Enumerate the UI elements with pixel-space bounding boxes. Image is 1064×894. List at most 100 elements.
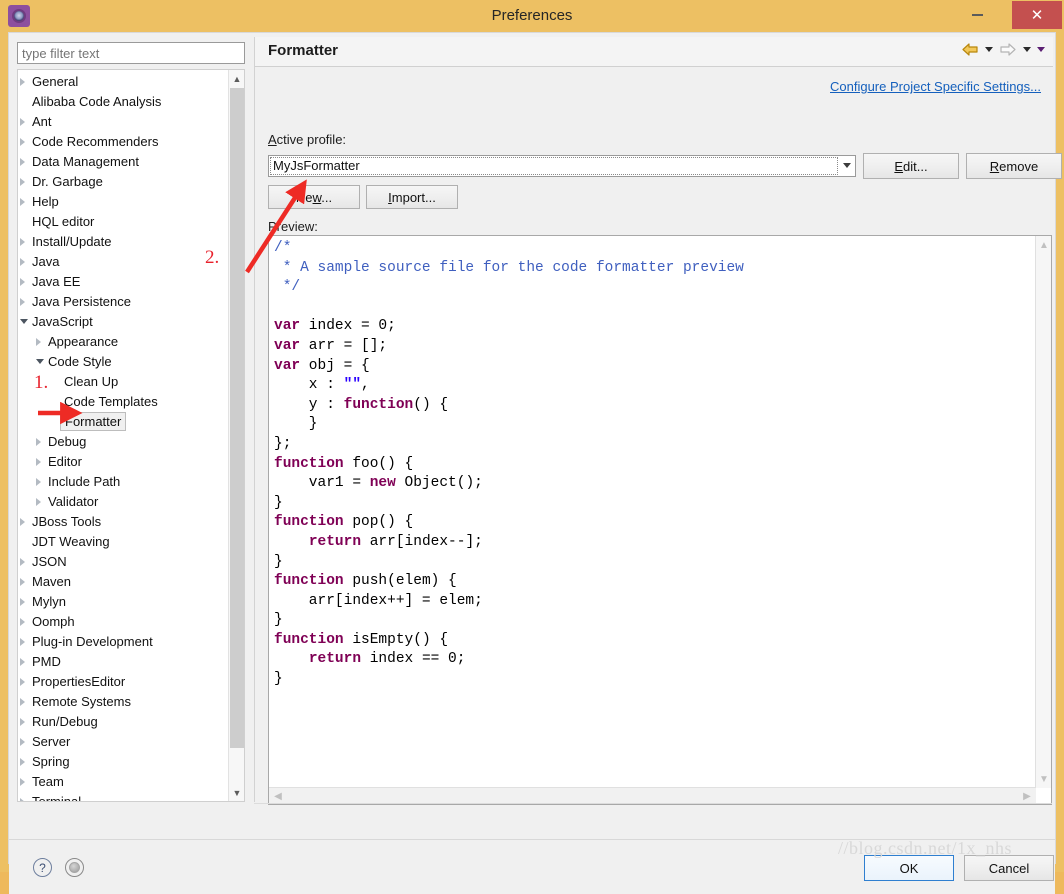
preview-horizontal-scrollbar[interactable]: ◀ ▶ [269,787,1036,804]
sidebar-item-team[interactable]: Team [18,772,229,792]
sidebar-item-clean-up[interactable]: Clean Up [18,372,229,392]
sidebar-item-run-debug[interactable]: Run/Debug [18,712,229,732]
sidebar-item-ant[interactable]: Ant [18,112,229,132]
tree-vertical-scrollbar[interactable]: ▲ ▼ [228,70,244,801]
sidebar-item-debug[interactable]: Debug [18,432,229,452]
preview-scroll-left-icon[interactable]: ◀ [271,789,285,804]
sidebar-item-code-recommenders[interactable]: Code Recommenders [18,132,229,152]
sidebar-item-oomph[interactable]: Oomph [18,612,229,632]
chevron-right-icon[interactable] [36,438,41,446]
forward-dropdown-caret-icon[interactable] [1023,47,1031,52]
preview-scroll-right-icon[interactable]: ▶ [1020,789,1034,804]
preview-vertical-scrollbar[interactable]: ▲ ▼ [1035,236,1051,788]
sidebar-item-jdt-weaving[interactable]: JDT Weaving [18,532,229,552]
import-profile-button[interactable]: Import... [366,185,458,209]
sidebar-item-code-style[interactable]: Code Style [18,352,229,372]
back-arrow-icon[interactable] [961,42,979,57]
code-preview-box[interactable]: /* * A sample source file for the code f… [268,235,1052,805]
chevron-right-icon[interactable] [20,598,25,606]
pin-circle-icon[interactable] [65,858,84,877]
chevron-right-icon[interactable] [20,178,25,186]
sidebar-item-dr-garbage[interactable]: Dr. Garbage [18,172,229,192]
chevron-right-icon[interactable] [20,578,25,586]
sidebar-item-pmd[interactable]: PMD [18,652,229,672]
chevron-right-icon[interactable] [20,198,25,206]
tree-scroll-thumb[interactable] [230,88,244,748]
scroll-up-icon[interactable]: ▲ [229,70,245,87]
back-dropdown-caret-icon[interactable] [985,47,993,52]
chevron-right-icon[interactable] [20,718,25,726]
sidebar-item-maven[interactable]: Maven [18,572,229,592]
chevron-right-icon[interactable] [20,518,25,526]
sidebar-item-remote-systems[interactable]: Remote Systems [18,692,229,712]
preview-scroll-up-icon[interactable]: ▲ [1036,238,1052,252]
sidebar-item-label: JBoss Tools [32,512,101,532]
sidebar-item-mylyn[interactable]: Mylyn [18,592,229,612]
sidebar-item-data-management[interactable]: Data Management [18,152,229,172]
sidebar-item-general[interactable]: General [18,72,229,92]
chevron-right-icon[interactable] [20,698,25,706]
chevron-right-icon[interactable] [20,138,25,146]
chevron-down-icon[interactable] [20,319,28,324]
sidebar-item-formatter[interactable]: Formatter [18,412,229,432]
sidebar-item-editor[interactable]: Editor [18,452,229,472]
view-menu-caret-icon[interactable] [1037,47,1045,52]
preview-scroll-down-icon[interactable]: ▼ [1036,772,1052,786]
sidebar-item-jboss-tools[interactable]: JBoss Tools [18,512,229,532]
chevron-right-icon[interactable] [20,638,25,646]
chevron-right-icon[interactable] [36,458,41,466]
edit-profile-button[interactable]: Edit... [863,153,959,179]
chevron-right-icon[interactable] [36,498,41,506]
new-profile-button[interactable]: New... [268,185,360,209]
sidebar-item-spring[interactable]: Spring [18,752,229,772]
chevron-down-icon[interactable] [36,359,44,364]
chevron-right-icon[interactable] [20,298,25,306]
chevron-right-icon[interactable] [20,618,25,626]
chevron-right-icon[interactable] [20,738,25,746]
sidebar-item-terminal[interactable]: Terminal [18,792,229,802]
chevron-right-icon[interactable] [36,478,41,486]
chevron-right-icon[interactable] [36,338,41,346]
sidebar-item-install-update[interactable]: Install/Update [18,232,229,252]
sidebar-item-plug-in-development[interactable]: Plug-in Development [18,632,229,652]
sidebar-item-validator[interactable]: Validator [18,492,229,512]
sidebar-item-hql-editor[interactable]: HQL editor [18,212,229,232]
chevron-right-icon[interactable] [20,678,25,686]
chevron-right-icon[interactable] [20,558,25,566]
chevron-right-icon[interactable] [20,658,25,666]
preferences-tree[interactable]: GeneralAlibaba Code AnalysisAntCode Reco… [17,69,245,802]
sidebar-item-java[interactable]: Java [18,252,229,272]
active-profile-combobox[interactable]: MyJsFormatter [268,155,856,177]
remove-profile-button[interactable]: Remove [966,153,1062,179]
sidebar-item-alibaba-code-analysis[interactable]: Alibaba Code Analysis [18,92,229,112]
chevron-right-icon[interactable] [20,798,25,802]
filter-input[interactable] [17,42,245,64]
sidebar-item-help[interactable]: Help [18,192,229,212]
forward-arrow-icon[interactable] [999,42,1017,57]
sidebar-item-java-ee[interactable]: Java EE [18,272,229,292]
scroll-down-icon[interactable]: ▼ [229,784,245,801]
sidebar-item-label: Ant [32,112,52,132]
sidebar-item-label: Oomph [32,612,75,632]
chevron-right-icon[interactable] [20,78,25,86]
chevron-down-icon[interactable] [843,163,851,168]
chevron-right-icon[interactable] [20,158,25,166]
chevron-right-icon[interactable] [20,758,25,766]
sidebar-item-java-persistence[interactable]: Java Persistence [18,292,229,312]
sidebar-item-code-templates[interactable]: Code Templates [18,392,229,412]
sidebar-item-propertieseditor[interactable]: PropertiesEditor [18,672,229,692]
minimize-button[interactable] [954,0,1000,30]
chevron-right-icon[interactable] [20,118,25,126]
sidebar-item-appearance[interactable]: Appearance [18,332,229,352]
sidebar-item-javascript[interactable]: JavaScript [18,312,229,332]
help-question-icon[interactable]: ? [33,858,52,877]
chevron-right-icon[interactable] [20,238,25,246]
configure-project-specific-settings-link[interactable]: Configure Project Specific Settings... [830,79,1041,94]
sidebar-item-server[interactable]: Server [18,732,229,752]
chevron-right-icon[interactable] [20,778,25,786]
chevron-right-icon[interactable] [20,258,25,266]
close-button[interactable]: ✕ [1012,1,1062,29]
sidebar-item-json[interactable]: JSON [18,552,229,572]
chevron-right-icon[interactable] [20,278,25,286]
sidebar-item-include-path[interactable]: Include Path [18,472,229,492]
